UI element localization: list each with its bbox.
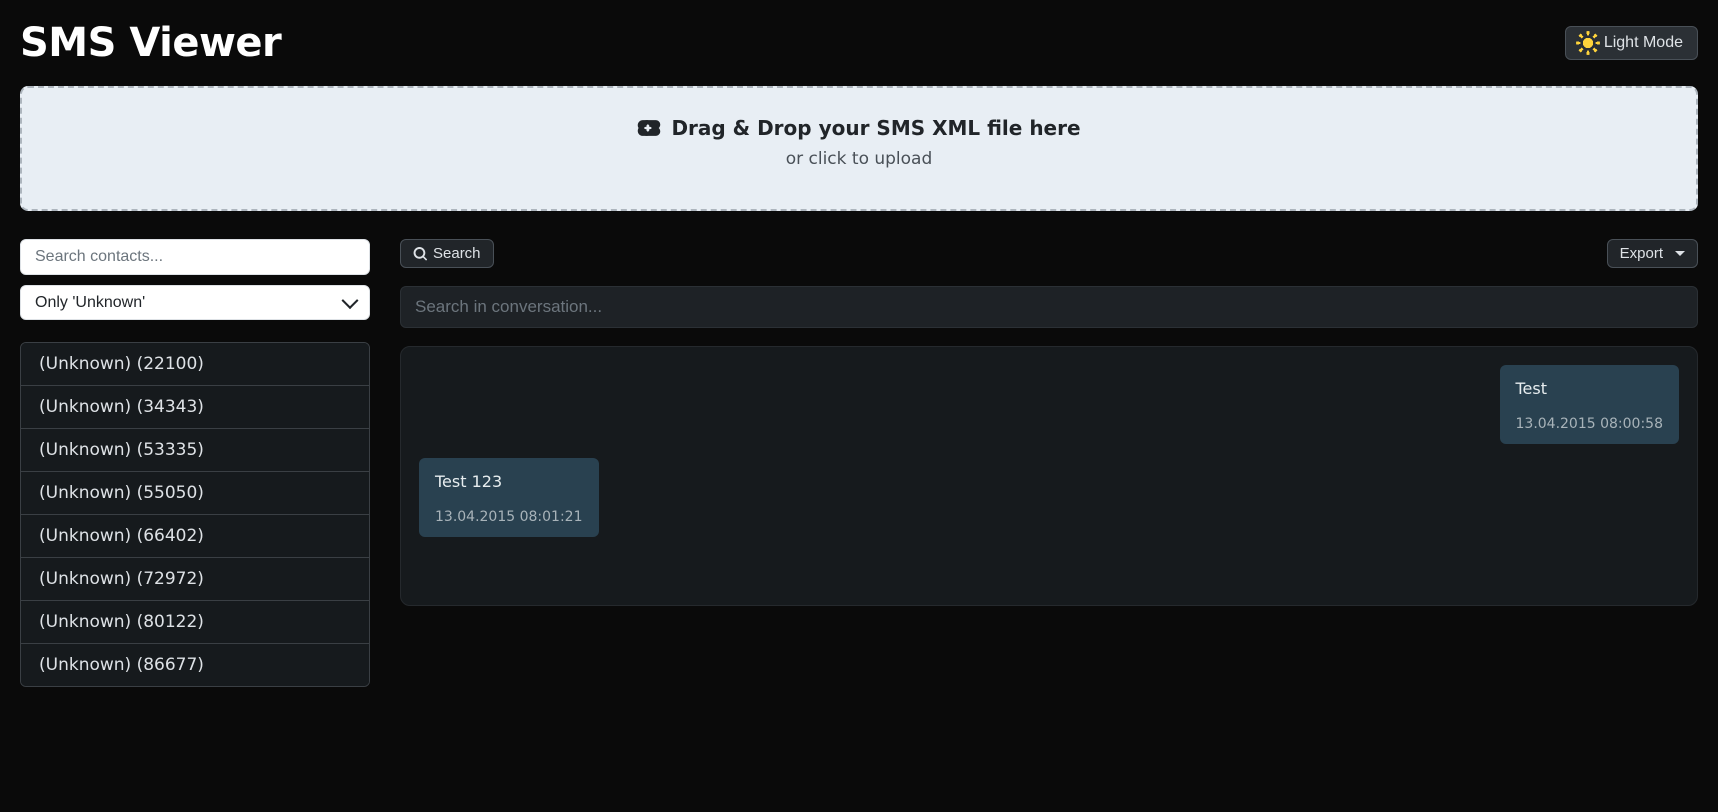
contact-list[interactable]: (Unknown) (22100)(Unknown) (34343)(Unkno… (20, 342, 370, 687)
search-contacts-input[interactable] (20, 239, 370, 275)
export-button-label: Export (1620, 245, 1663, 262)
sidebar: Only 'Unknown' (Unknown) (22100)(Unknown… (20, 239, 370, 687)
dropzone-title: Drag & Drop your SMS XML file here (671, 116, 1080, 140)
search-conversation-input[interactable] (400, 286, 1698, 328)
contact-item[interactable]: (Unknown) (53335) (21, 429, 369, 472)
contact-filter-select[interactable]: Only 'Unknown' (20, 285, 370, 320)
theme-toggle-button[interactable]: Light Mode (1565, 26, 1698, 60)
contact-item[interactable]: (Unknown) (34343) (21, 386, 369, 429)
search-icon (413, 247, 427, 261)
chevron-down-icon (1675, 251, 1685, 256)
search-button[interactable]: Search (400, 239, 494, 268)
contact-item[interactable]: (Unknown) (80122) (21, 601, 369, 644)
content-area: Search Export Test13.04.2015 08:00:58Tes… (400, 239, 1698, 687)
message-timestamp: 13.04.2015 08:01:21 (435, 509, 583, 525)
contact-item[interactable]: (Unknown) (86677) (21, 644, 369, 686)
search-button-label: Search (433, 245, 481, 262)
message-body: Test 123 (435, 472, 583, 491)
page-title: SMS Viewer (20, 20, 281, 66)
dropzone-subtitle: or click to upload (42, 149, 1676, 169)
contact-item[interactable]: (Unknown) (22100) (21, 343, 369, 386)
message-row: Test 13.04.2015 08:00:58 (419, 365, 1679, 444)
message-row: Test 123 13.04.2015 08:01:21 (419, 458, 1679, 537)
message-timestamp: 13.04.2015 08:00:58 (1516, 416, 1664, 432)
contact-item[interactable]: (Unknown) (55050) (21, 472, 369, 515)
theme-toggle-label: Light Mode (1604, 34, 1683, 52)
contact-item[interactable]: (Unknown) (72972) (21, 558, 369, 601)
message-incoming: Test 123 13.04.2015 08:01:21 (419, 458, 599, 537)
export-button[interactable]: Export (1607, 239, 1698, 268)
file-dropzone[interactable]: Drag & Drop your SMS XML file here or cl… (20, 86, 1698, 211)
message-body: Test (1516, 379, 1664, 398)
sun-icon (1580, 35, 1596, 51)
message-outgoing: Test 13.04.2015 08:00:58 (1500, 365, 1680, 444)
contact-item[interactable]: (Unknown) (66402) (21, 515, 369, 558)
conversation-panel: Test 13.04.2015 08:00:58 Test 123 13.04.201… (400, 346, 1698, 606)
cloud-upload-icon (637, 119, 661, 137)
